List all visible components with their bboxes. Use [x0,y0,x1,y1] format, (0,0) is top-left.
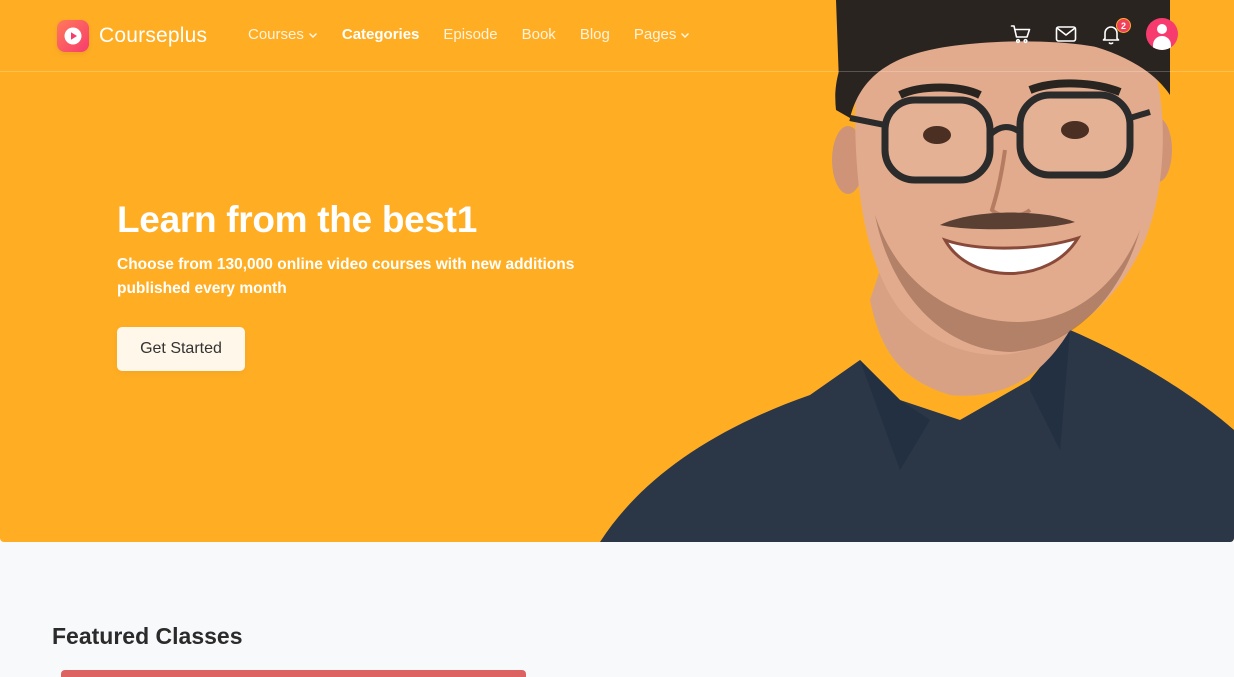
cart-icon[interactable] [1009,22,1033,46]
hero-title: Learn from the best1 [117,199,477,240]
nav-item-pages[interactable]: Pages [634,26,691,43]
nav-item-label: Pages [633,26,677,43]
chevron-down-icon [308,32,317,38]
nav-item-blog[interactable]: Blog [580,26,610,43]
play-logo-icon [57,20,89,52]
header-tools: 2 [1009,18,1178,50]
hero-person-image [600,0,1234,542]
mail-icon[interactable] [1054,22,1078,46]
nav-item-courses[interactable]: Courses [248,26,318,43]
nav-item-label: Categories [341,26,420,43]
notification-badge: 2 [1116,18,1131,33]
hero-subtitle: Choose from 130,000 online video courses… [117,256,575,297]
get-started-button[interactable]: Get Started [117,327,245,371]
brand-name: Courseplus [99,24,208,47]
brand-logo[interactable]: Courseplus [57,20,207,52]
nav-item-episode[interactable]: Episode [443,26,497,43]
nav-item-book[interactable]: Book [522,26,556,43]
nav-item-categories[interactable]: Categories [342,26,420,43]
hero-banner: Courseplus Courses Categories Episode Bo… [0,0,1234,542]
nav-item-label: Courses [248,26,304,43]
nav-item-label: Book [521,26,556,43]
featured-classes-title: Featured Classes [52,623,243,649]
featured-class-card[interactable] [61,670,526,677]
chevron-down-icon [681,32,690,38]
user-avatar[interactable] [1146,18,1178,50]
bell-icon[interactable]: 2 [1099,18,1131,46]
nav-item-label: Episode [443,26,498,43]
nav-item-label: Blog [579,26,610,43]
main-nav: Courses Categories Episode Book Blog Pag… [248,26,690,43]
top-navbar: Courseplus Courses Categories Episode Bo… [0,0,1234,72]
